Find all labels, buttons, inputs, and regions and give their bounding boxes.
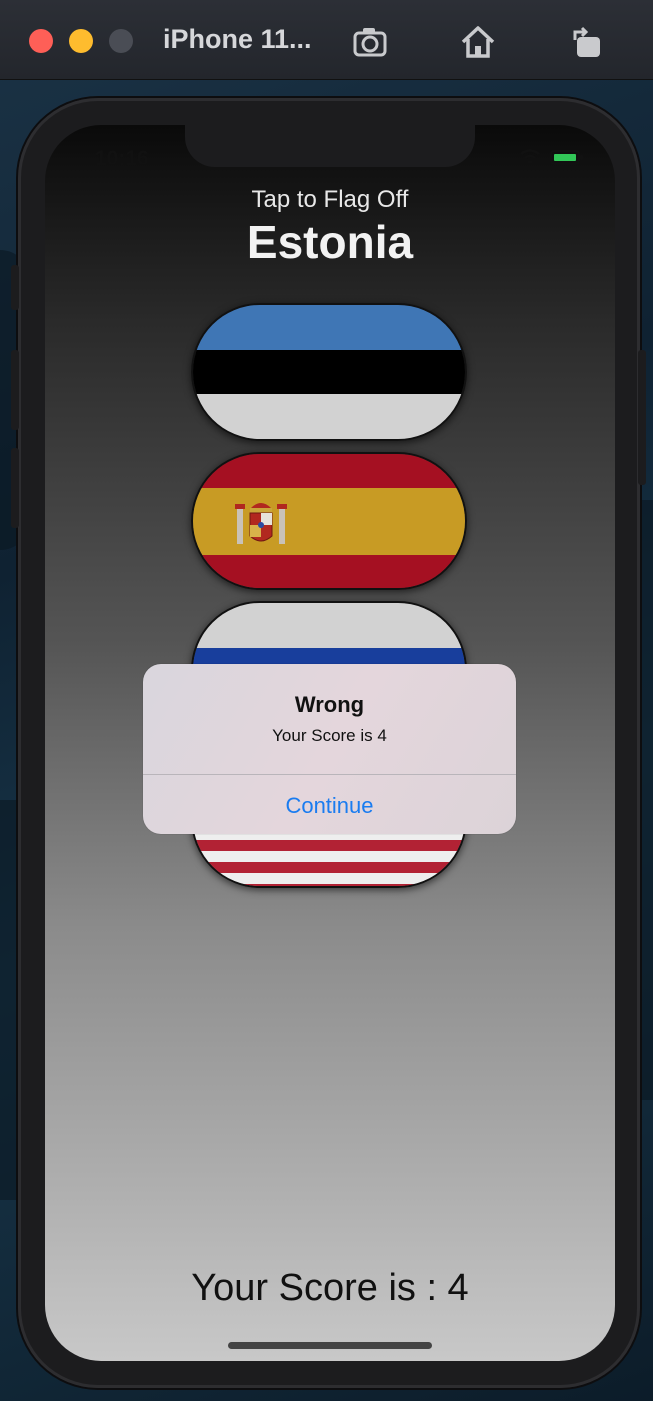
notch — [185, 125, 475, 167]
flag-button-estonia[interactable] — [191, 303, 467, 441]
status-icons — [520, 149, 583, 165]
screenshot-icon[interactable] — [350, 22, 390, 62]
flag-band — [193, 349, 465, 395]
home-indicator[interactable] — [228, 1342, 432, 1349]
power-button — [638, 350, 646, 485]
status-time: 10:16 — [95, 147, 149, 170]
volume-up-button — [11, 350, 19, 430]
score-label: Your Score is : 4 — [191, 1267, 469, 1309]
flag-band — [193, 554, 465, 588]
volume-down-button — [11, 448, 19, 528]
minimize-window-button[interactable] — [69, 29, 93, 53]
target-country-title: Estonia — [246, 216, 414, 268]
home-icon[interactable] — [458, 22, 498, 62]
flag-button-spain[interactable] — [191, 452, 467, 590]
coat-of-arms-icon — [235, 503, 287, 544]
battery-icon — [550, 150, 583, 165]
rotate-icon[interactable] — [566, 22, 606, 62]
alert-message: Your Score is 4 — [272, 726, 387, 745]
mute-switch — [11, 265, 19, 310]
simulator-titlebar: iPhone 11... — [0, 0, 653, 80]
simulator-device-title: iPhone 11... — [163, 24, 312, 54]
flag-band — [193, 603, 465, 648]
alert-title: Wrong — [294, 692, 365, 717]
prompt-subtitle: Tap to Flag Off — [251, 186, 409, 213]
result-alert: Wrong Your Score is 4 Continue — [143, 664, 516, 834]
flag-band — [193, 305, 465, 350]
close-window-button[interactable] — [29, 29, 53, 53]
zoom-window-button[interactable] — [109, 29, 133, 53]
wifi-icon — [520, 149, 540, 164]
continue-button[interactable]: Continue — [143, 775, 516, 834]
flag-band — [193, 454, 465, 488]
flag-band — [193, 394, 465, 439]
